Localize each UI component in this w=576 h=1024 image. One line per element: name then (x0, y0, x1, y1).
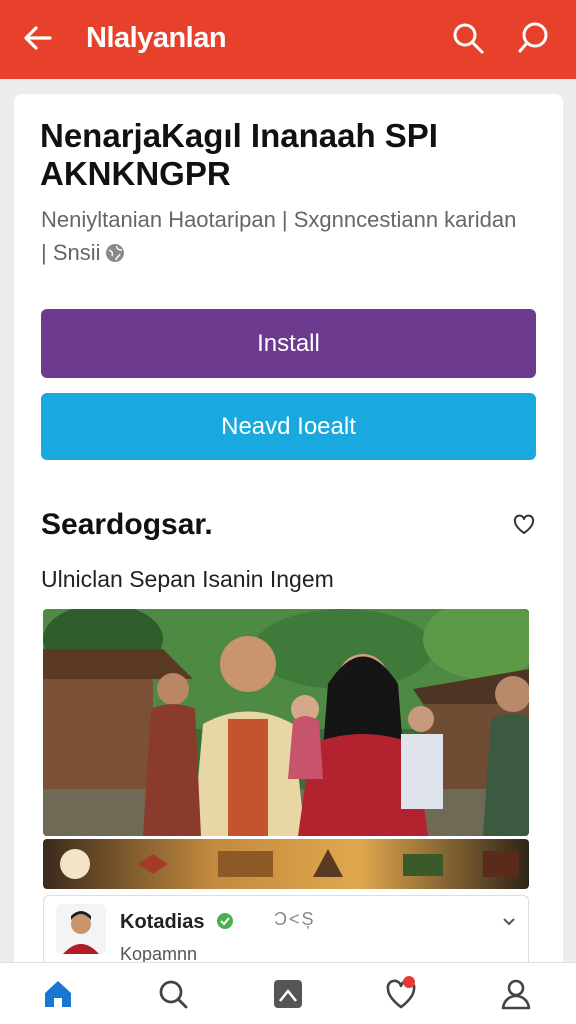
install-button[interactable]: Install (41, 309, 536, 378)
person-icon[interactable] (499, 977, 533, 1011)
developer-line: Neniyltanian Haotaripan | Sxgnncestiann … (41, 203, 521, 269)
screenshot-photo[interactable] (43, 609, 529, 836)
review-card[interactable]: Kotadias Kopamnn Ɔ<Ș (43, 895, 529, 970)
app-bar-title: Nlalyanlan (86, 22, 227, 54)
search-icon[interactable] (516, 20, 552, 56)
globe-icon (105, 239, 125, 262)
apps-icon[interactable] (271, 977, 305, 1011)
promo-banner[interactable] (43, 839, 529, 889)
notification-dot (403, 976, 415, 988)
heart-icon[interactable] (384, 976, 418, 1011)
bottom-navigation (0, 962, 576, 1024)
section-title: Seardogsar. (41, 508, 213, 541)
secondary-action-button[interactable]: Neavd Ioealt (41, 393, 536, 460)
review-meta: Ɔ<Ș (274, 909, 316, 929)
app-name: NenarjaKagıl Inanaah SPI AKNKNGPR (40, 117, 438, 192)
search-icon[interactable] (156, 977, 190, 1011)
avatar (56, 904, 106, 954)
search-icon[interactable] (450, 20, 486, 56)
reviewer-name: Kotadias (120, 911, 205, 933)
chevron-down-icon[interactable] (502, 914, 516, 926)
app-bar: Nlalyanlan (0, 0, 576, 79)
verified-icon (216, 912, 234, 930)
heart-icon[interactable] (512, 514, 536, 536)
back-arrow-icon[interactable] (20, 20, 56, 56)
home-icon[interactable] (41, 977, 75, 1011)
section-subtitle: Ulniclan Sepan Isanin Ingem (41, 566, 334, 592)
